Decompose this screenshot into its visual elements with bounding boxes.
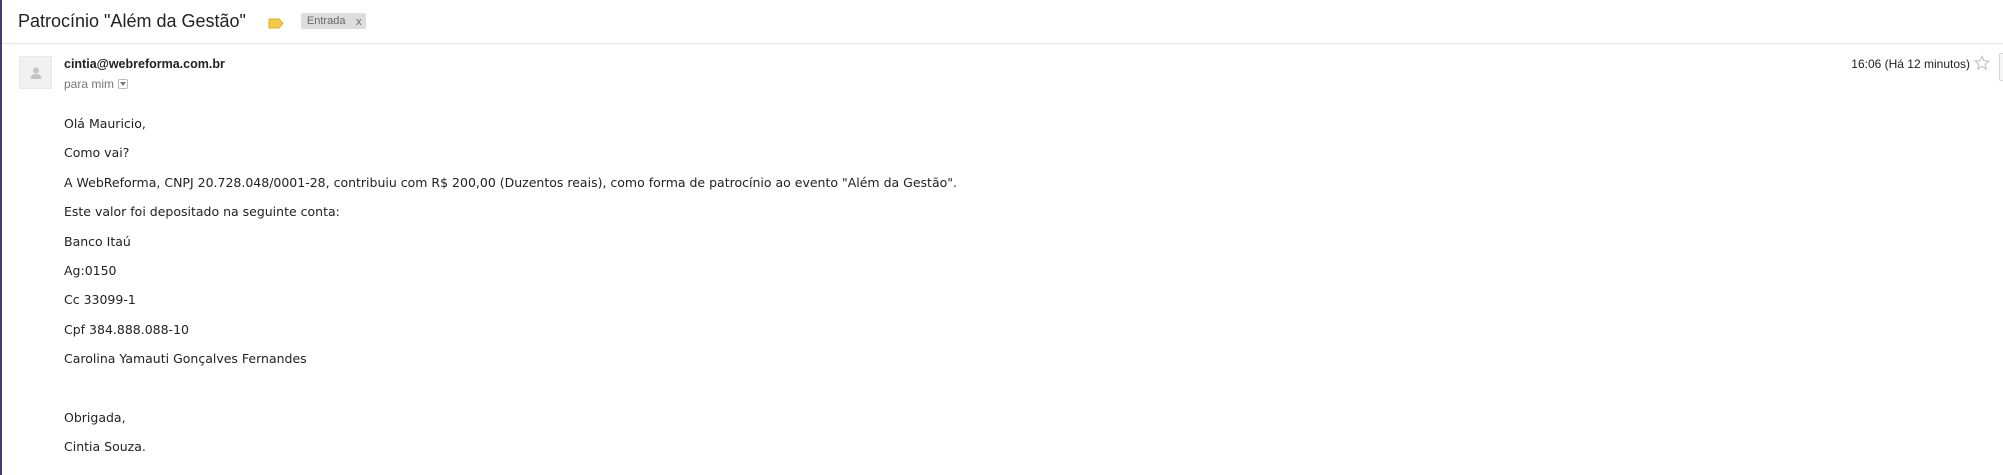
recipient-text: para mim: [64, 77, 115, 91]
email-view: Patrocínio "Além da Gestão" Entrada x ci…: [0, 0, 2003, 475]
importance-marker-icon[interactable]: [268, 16, 284, 28]
email-body: Olá Mauricio, Como vai? A WebReforma, CN…: [64, 116, 957, 469]
email-subject: Patrocínio "Além da Gestão": [18, 10, 246, 31]
subject-row: Patrocínio "Além da Gestão" Entrada x: [18, 8, 366, 34]
avatar-icon[interactable]: [19, 56, 52, 89]
body-line: Cc 33099-1: [64, 292, 136, 308]
body-line: Banco Itaú: [64, 233, 131, 249]
header-divider: [2, 43, 2003, 44]
reply-menu-edge[interactable]: [1999, 53, 2003, 81]
body-line: A WebReforma, CNPJ 20.728.048/0001-28, c…: [64, 174, 957, 190]
email-timestamp: 16:06 (Há 12 minutos): [1851, 57, 1970, 71]
body-line: Ag:0150: [64, 262, 117, 278]
body-line: Carolina Yamauti Gonçalves Fernandes: [64, 351, 307, 367]
body-line: Cintia Souza.: [64, 439, 146, 455]
recipient-row: para mim: [64, 77, 129, 91]
body-line: Este valor foi depositado na seguinte co…: [64, 204, 340, 220]
body-line: Olá Mauricio,: [64, 116, 146, 131]
body-line: Obrigada,: [64, 409, 126, 425]
sender-email[interactable]: cintia@webreforma.com.br: [64, 57, 225, 71]
label-chip-entrada[interactable]: Entrada x: [300, 13, 366, 29]
label-chip-text: Entrada: [306, 15, 346, 27]
body-blank-line: [64, 381, 957, 410]
body-line: Cpf 384.888.088-10: [64, 321, 189, 337]
body-line: Como vai?: [64, 145, 130, 161]
remove-label-button[interactable]: x: [355, 15, 362, 28]
show-details-button[interactable]: [118, 79, 129, 89]
chevron-down-icon: [120, 82, 127, 86]
star-icon[interactable]: [1973, 54, 1991, 71]
